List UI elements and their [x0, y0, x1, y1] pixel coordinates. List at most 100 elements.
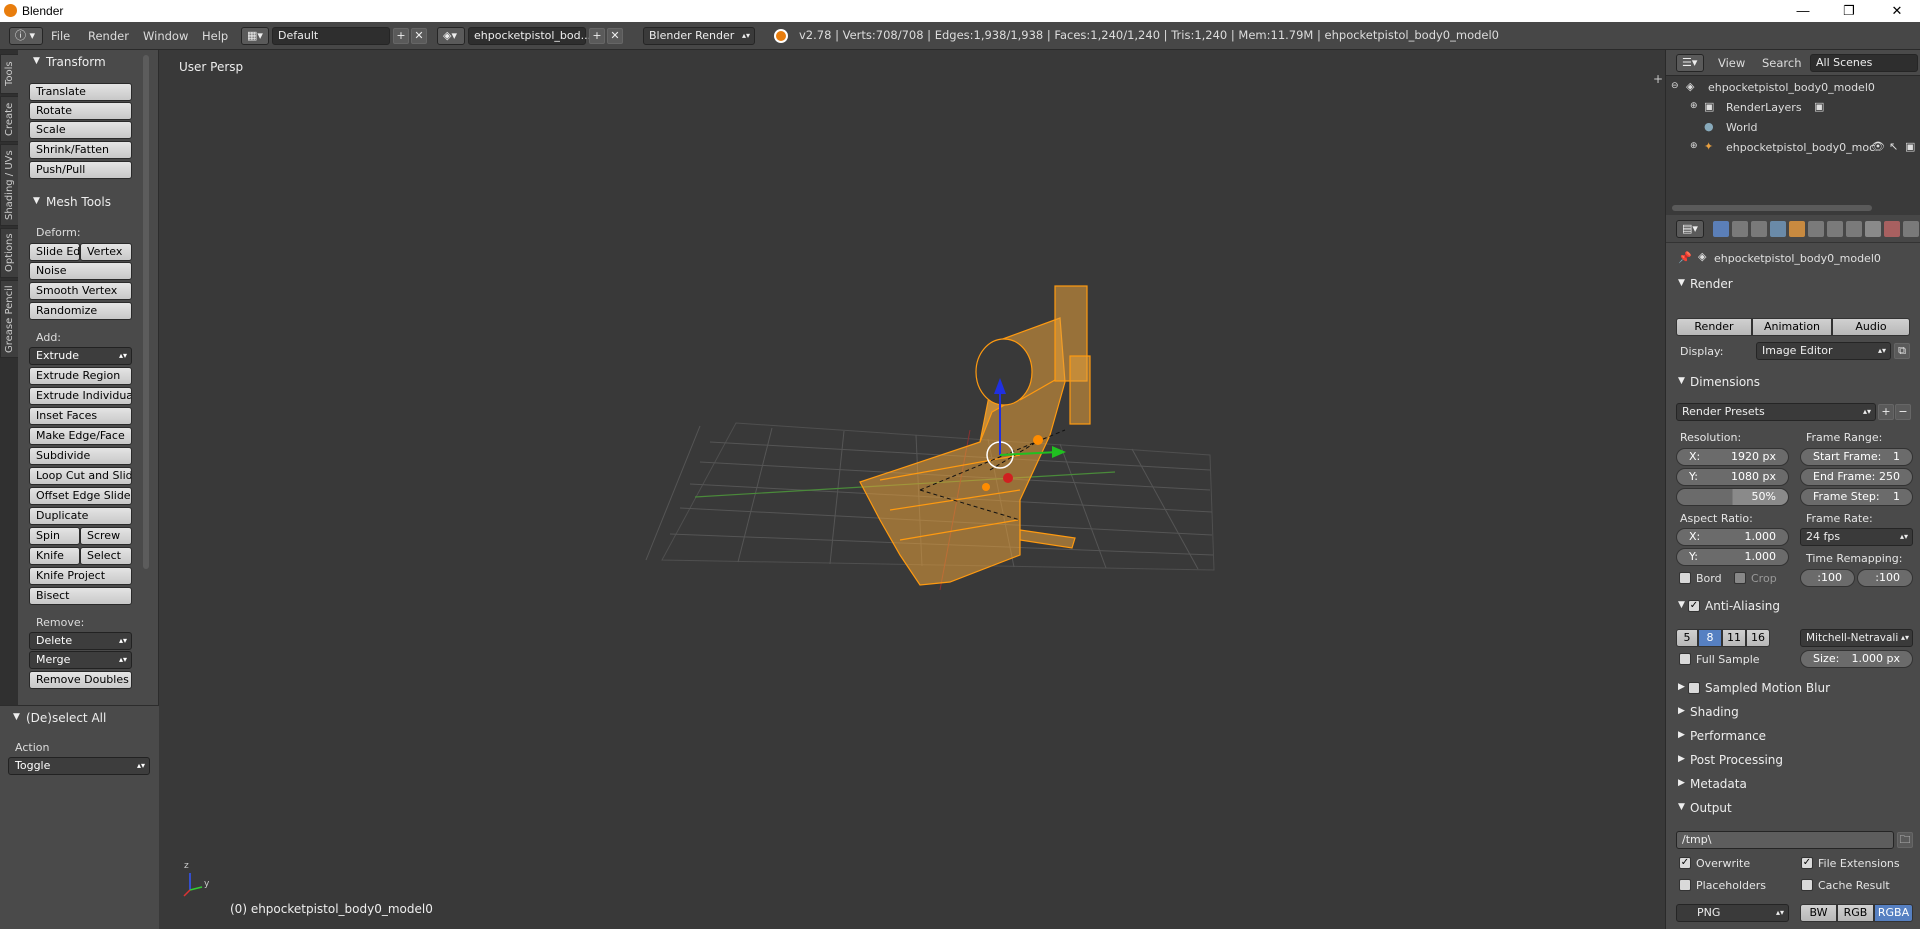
merge-select[interactable]: Merge ▴▾: [29, 651, 132, 669]
preset-add-icon[interactable]: +: [1878, 404, 1894, 420]
aa-samples-5[interactable]: 5: [1676, 629, 1698, 647]
extrude-select[interactable]: Extrude ▴▾: [29, 347, 132, 365]
render-layers-tab-icon[interactable]: [1732, 221, 1748, 237]
make-edge-face-button[interactable]: Make Edge/Face: [29, 427, 132, 445]
color-mode-rgb[interactable]: RGB: [1837, 904, 1874, 922]
subdivide-button[interactable]: Subdivide: [29, 447, 132, 465]
remap-new-field[interactable]: :100: [1857, 569, 1913, 587]
minimize-button[interactable]: —: [1780, 0, 1826, 22]
object-tab-icon[interactable]: [1789, 221, 1805, 237]
push-pull-button[interactable]: Push/Pull: [29, 161, 132, 179]
world-tab-icon[interactable]: [1770, 221, 1786, 237]
aa-samples-11[interactable]: 11: [1722, 629, 1746, 647]
scale-button[interactable]: Scale: [29, 121, 132, 139]
render-tab-icon[interactable]: [1713, 221, 1729, 237]
properties-editor-icon[interactable]: ▤▾: [1676, 220, 1704, 238]
start-frame-field[interactable]: Start Frame: 1: [1800, 448, 1913, 466]
slide-vertex-button[interactable]: Vertex: [80, 243, 132, 261]
extrude-individual-button[interactable]: Extrude Individual: [29, 387, 132, 405]
3d-viewport[interactable]: User Persp z y + (0) ehpocketpistol_body…: [160, 50, 1665, 929]
color-mode-rgba[interactable]: RGBA: [1874, 904, 1913, 922]
aspect-x-field[interactable]: X: 1.000: [1676, 528, 1789, 546]
extrude-region-button[interactable]: Extrude Region: [29, 367, 132, 385]
outliner-search-menu[interactable]: Search: [1762, 56, 1802, 70]
duplicate-button[interactable]: Duplicate: [29, 507, 132, 525]
aa-samples-8[interactable]: 8: [1698, 629, 1722, 647]
anti-aliasing-panel-header[interactable]: ▼ ✓ Anti-Aliasing: [1670, 596, 1918, 618]
knife-select-button[interactable]: Select: [80, 547, 132, 565]
delete-select[interactable]: Delete ▴▾: [29, 632, 132, 650]
maximize-button[interactable]: ❐: [1826, 0, 1872, 22]
render-button[interactable]: Render: [1676, 318, 1752, 336]
render-toggle-icon[interactable]: ▣: [1814, 100, 1824, 113]
motion-blur-checkbox[interactable]: [1688, 682, 1700, 694]
modifiers-tab-icon[interactable]: [1827, 221, 1843, 237]
shading-panel-header[interactable]: ▶ Shading: [1670, 702, 1918, 724]
select-arrow-icon[interactable]: ↖: [1889, 140, 1898, 153]
menu-help[interactable]: Help: [202, 29, 228, 43]
menu-file[interactable]: File: [51, 29, 70, 43]
outliner-row-renderlayers[interactable]: ⊕ ▣ RenderLayers ▣: [1666, 98, 1920, 118]
resolution-x-field[interactable]: X: 1920 px: [1676, 448, 1789, 466]
file-format-select[interactable]: PNG ▴▾: [1676, 904, 1789, 922]
anti-aliasing-checkbox[interactable]: ✓: [1688, 600, 1700, 612]
transform-panel-header[interactable]: ▼ Transform: [18, 52, 159, 72]
placeholders-checkbox[interactable]: [1679, 879, 1691, 891]
layout-remove-icon[interactable]: ✕: [411, 28, 427, 44]
close-button[interactable]: ✕: [1874, 0, 1920, 22]
noise-button[interactable]: Noise: [29, 262, 132, 280]
menu-window[interactable]: Window: [143, 29, 188, 43]
output-path-field[interactable]: /tmp\: [1676, 831, 1894, 849]
display-select[interactable]: Image Editor ▴▾: [1756, 342, 1891, 360]
preset-remove-icon[interactable]: −: [1895, 404, 1911, 420]
scene-add-icon[interactable]: +: [589, 28, 605, 44]
data-tab-icon[interactable]: [1846, 221, 1862, 237]
texture-tab-icon[interactable]: [1884, 221, 1900, 237]
outliner-row-scene[interactable]: ⊖ ◈ ehpocketpistol_body0_model0: [1666, 78, 1920, 98]
smooth-vertex-button[interactable]: Smooth Vertex: [29, 282, 132, 300]
post-processing-panel-header[interactable]: ▶ Post Processing: [1670, 750, 1918, 772]
file-extensions-checkbox[interactable]: ✓: [1801, 857, 1813, 869]
color-mode-bw[interactable]: BW: [1800, 904, 1837, 922]
aa-samples-16[interactable]: 16: [1746, 629, 1770, 647]
audio-button[interactable]: Audio: [1832, 318, 1910, 336]
editor-type-info-icon[interactable]: ⓘ ▾: [9, 27, 43, 45]
inset-faces-button[interactable]: Inset Faces: [29, 407, 132, 425]
rotate-button[interactable]: Rotate: [29, 102, 132, 120]
scene-tab-icon[interactable]: [1751, 221, 1767, 237]
animation-button[interactable]: Animation: [1752, 318, 1832, 336]
tab-create[interactable]: Create: [0, 96, 18, 142]
toolshelf-scrollbar[interactable]: [143, 55, 149, 569]
outliner-scrollbar[interactable]: [1672, 205, 1872, 211]
overwrite-checkbox[interactable]: ✓: [1679, 857, 1691, 869]
metadata-panel-header[interactable]: ▶ Metadata: [1670, 774, 1918, 796]
scene-field[interactable]: ehpocketpistol_bod...: [468, 27, 591, 45]
remove-doubles-button[interactable]: Remove Doubles: [29, 671, 132, 689]
render-camera-icon[interactable]: ▣: [1905, 140, 1915, 153]
operator-panel-header[interactable]: ▼ (De)select All: [0, 708, 159, 728]
render-presets-select[interactable]: Render Presets ▴▾: [1676, 403, 1876, 421]
render-panel-header[interactable]: ▼ Render: [1670, 274, 1918, 296]
frame-rate-select[interactable]: 24 fps ▴▾: [1800, 528, 1913, 546]
cache-result-checkbox[interactable]: [1801, 879, 1813, 891]
pin-icon[interactable]: 📌: [1678, 251, 1692, 264]
scene-icon[interactable]: ◈▾: [437, 27, 465, 45]
display-window-icon[interactable]: ⧉: [1894, 343, 1910, 359]
randomize-button[interactable]: Randomize: [29, 302, 132, 320]
material-tab-icon[interactable]: [1865, 221, 1881, 237]
aa-size-field[interactable]: Size: 1.000 px: [1800, 650, 1913, 668]
tab-tools[interactable]: Tools: [0, 54, 18, 94]
action-select[interactable]: Toggle ▴▾: [8, 757, 150, 775]
performance-panel-header[interactable]: ▶ Performance: [1670, 726, 1918, 748]
offset-edge-slide-button[interactable]: Offset Edge Slide: [29, 487, 132, 505]
knife-button[interactable]: Knife: [29, 547, 80, 565]
outliner-filter-select[interactable]: All Scenes: [1810, 54, 1918, 72]
motion-blur-panel-header[interactable]: ▶ Sampled Motion Blur: [1670, 678, 1918, 700]
outliner-view-menu[interactable]: View: [1718, 56, 1745, 70]
slide-edge-button[interactable]: Slide Ed: [29, 243, 80, 261]
viewport-scene[interactable]: [160, 50, 1665, 929]
translate-button[interactable]: Translate: [29, 83, 132, 101]
spin-button[interactable]: Spin: [29, 527, 80, 545]
crop-checkbox[interactable]: [1734, 572, 1746, 584]
frame-step-field[interactable]: Frame Step: 1: [1800, 488, 1913, 506]
